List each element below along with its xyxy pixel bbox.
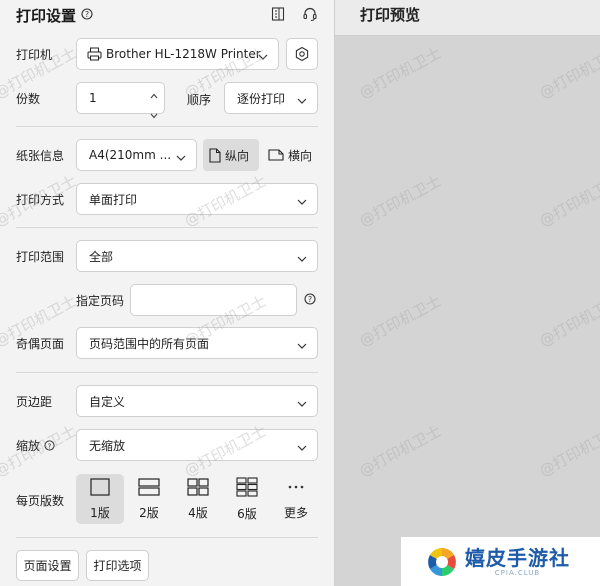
chevron-down-icon bbox=[258, 50, 268, 64]
print-options-button[interactable]: 打印选项 bbox=[86, 550, 149, 581]
margin-label: 页边距 bbox=[16, 394, 53, 409]
logo-text: 嬉皮手游社 bbox=[465, 545, 570, 570]
copies-stepper[interactable]: 1 bbox=[76, 82, 165, 119]
odd-even-label: 奇偶页面 bbox=[16, 336, 65, 351]
odd-even-select[interactable]: 页码范围中的所有页面 bbox=[76, 327, 318, 359]
settings-header: 打印设置 ? bbox=[16, 4, 318, 26]
paper-size-value: A4(210mm ... bbox=[89, 148, 172, 162]
printer-label: 打印机 bbox=[16, 47, 53, 62]
chevron-down-icon bbox=[297, 94, 307, 108]
specified-pages-label: 指定页码 bbox=[76, 294, 125, 308]
per-sheet-4-label: 4版 bbox=[188, 505, 208, 520]
svg-text:?: ? bbox=[48, 441, 52, 450]
divider bbox=[16, 227, 318, 228]
site-logo: 嬉皮手游社 CPIA.CLUB bbox=[401, 537, 600, 586]
odd-even-value: 页码范围中的所有页面 bbox=[89, 336, 210, 351]
paper-label: 纸张信息 bbox=[16, 148, 65, 163]
chevron-down-icon bbox=[297, 441, 307, 455]
per-sheet-4[interactable]: 4版 bbox=[174, 474, 222, 524]
portrait-page-icon bbox=[209, 147, 221, 163]
chevron-up-icon[interactable] bbox=[150, 88, 158, 102]
headset-support-icon[interactable] bbox=[302, 6, 318, 25]
help-icon[interactable]: ? bbox=[81, 7, 93, 23]
printer-icon bbox=[87, 47, 102, 61]
range-select[interactable]: 全部 bbox=[76, 240, 318, 272]
divider bbox=[16, 537, 318, 538]
paper-size-select[interactable]: A4(210mm ... bbox=[76, 139, 197, 171]
per-sheet-more[interactable]: 更多 bbox=[272, 474, 320, 524]
single-page-layout-icon bbox=[90, 477, 110, 499]
two-page-layout-icon bbox=[138, 477, 160, 499]
printer-value: Brother HL-1218W Printer bbox=[106, 47, 261, 61]
gear-icon bbox=[294, 46, 310, 62]
print-mode-select[interactable]: 单面打印 bbox=[76, 183, 318, 215]
per-sheet-options: 1版 2版 4版 6版 更多 bbox=[76, 474, 321, 524]
chevron-down-icon[interactable] bbox=[150, 108, 158, 122]
four-page-layout-icon bbox=[187, 477, 209, 499]
per-sheet-6[interactable]: 6版 bbox=[223, 474, 271, 524]
margin-select[interactable]: 自定义 bbox=[76, 385, 318, 417]
landscape-label: 横向 bbox=[288, 148, 313, 163]
chevron-down-icon bbox=[176, 151, 186, 165]
copies-value: 1 bbox=[89, 91, 97, 105]
print-mode-value: 单面打印 bbox=[89, 192, 138, 207]
per-sheet-1[interactable]: 1版 bbox=[76, 474, 124, 524]
copies-label: 份数 bbox=[16, 91, 41, 106]
order-label: 顺序 bbox=[187, 93, 212, 107]
help-icon[interactable]: ? bbox=[304, 293, 316, 305]
per-sheet-label: 每页版数 bbox=[16, 494, 65, 508]
specified-pages-input[interactable] bbox=[130, 284, 297, 316]
portrait-button[interactable]: 纵向 bbox=[203, 139, 259, 171]
svg-text:?: ? bbox=[308, 295, 312, 304]
document-outline-icon[interactable] bbox=[270, 6, 286, 25]
six-page-layout-icon bbox=[236, 476, 258, 500]
divider bbox=[16, 126, 318, 127]
per-sheet-6-label: 6版 bbox=[237, 506, 257, 521]
chevron-down-icon bbox=[297, 397, 307, 411]
chevron-down-icon bbox=[297, 252, 307, 266]
page-setup-button[interactable]: 页面设置 bbox=[16, 550, 79, 581]
print-settings-panel: 打印设置 ? 打印机 Brother HL-1218W Printer 份数 1… bbox=[0, 0, 334, 586]
order-value: 逐份打印 bbox=[237, 91, 286, 106]
order-select[interactable]: 逐份打印 bbox=[224, 82, 318, 114]
per-sheet-2-label: 2版 bbox=[139, 505, 159, 520]
scale-label: 缩放 bbox=[16, 438, 41, 453]
portrait-label: 纵向 bbox=[225, 148, 250, 163]
scale-select[interactable]: 无缩放 bbox=[76, 429, 318, 461]
printer-select[interactable]: Brother HL-1218W Printer bbox=[76, 38, 279, 70]
print-preview-panel: 打印预览 bbox=[334, 0, 600, 586]
help-icon[interactable]: ? bbox=[44, 439, 55, 451]
svg-text:?: ? bbox=[85, 10, 89, 19]
preview-title: 打印预览 bbox=[335, 0, 600, 36]
scale-value: 无缩放 bbox=[89, 438, 126, 453]
print-mode-label: 打印方式 bbox=[16, 192, 65, 207]
landscape-button[interactable]: 横向 bbox=[262, 139, 320, 171]
range-value: 全部 bbox=[89, 249, 114, 264]
chevron-down-icon bbox=[297, 195, 307, 209]
colorful-burst-logo-icon bbox=[425, 545, 459, 579]
per-sheet-more-label: 更多 bbox=[283, 505, 308, 520]
divider bbox=[16, 372, 318, 373]
margin-value: 自定义 bbox=[89, 394, 126, 409]
range-label: 打印范围 bbox=[16, 249, 65, 264]
per-sheet-1-label: 1版 bbox=[90, 505, 110, 520]
landscape-page-icon bbox=[268, 149, 284, 161]
page-title: 打印设置 bbox=[16, 6, 77, 25]
printer-properties-button[interactable] bbox=[286, 38, 318, 70]
per-sheet-2[interactable]: 2版 bbox=[125, 474, 173, 524]
chevron-down-icon bbox=[297, 339, 307, 353]
more-dots-icon bbox=[286, 478, 306, 499]
logo-subtext: CPIA.CLUB bbox=[494, 568, 541, 577]
